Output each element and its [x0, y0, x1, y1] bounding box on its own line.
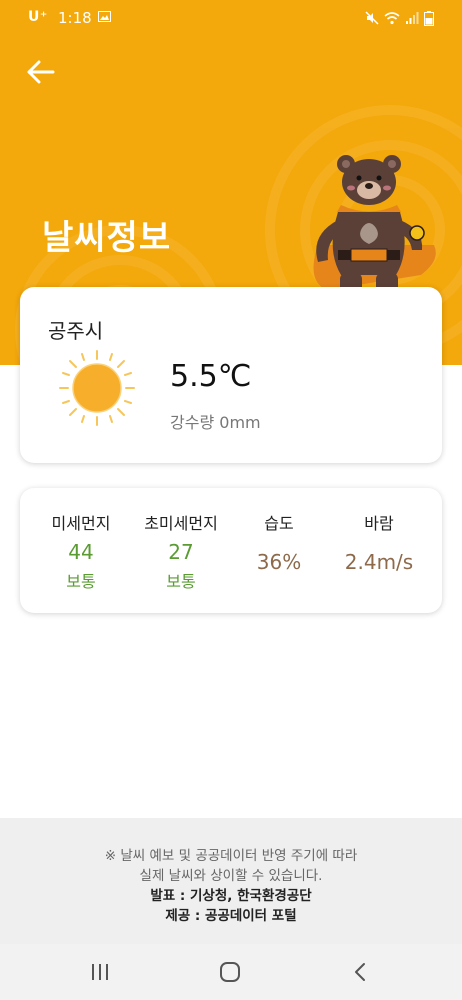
- pm10-metric: 미세먼지 44 보통: [28, 488, 134, 613]
- carrier-label: U⁺: [28, 9, 48, 25]
- wind-metric: 바람 2.4m/s: [326, 488, 432, 613]
- status-bar: U⁺ 1:18: [0, 0, 462, 36]
- recent-apps-icon: [92, 964, 108, 980]
- rainfall-label: 강수량: [170, 413, 215, 432]
- wifi-icon: [384, 12, 400, 25]
- pm10-status: 보통: [66, 572, 96, 591]
- pm10-value: 44: [68, 540, 94, 564]
- weather-card: 공주시 5.5℃ 강수량 0mm: [20, 287, 442, 463]
- home-icon: [220, 962, 240, 982]
- notice-line-2: 실제 날씨와 상이할 수 있습니다.: [139, 868, 323, 884]
- page-title: 날씨정보: [42, 218, 172, 258]
- pm10-label: 미세먼지: [51, 514, 111, 533]
- back-arrow-icon: [27, 60, 55, 84]
- rainfall-value: 0mm: [219, 413, 261, 432]
- temperature-value: 5.5℃: [170, 359, 252, 394]
- data-provider: 제공 : 공공데이터 포털: [165, 908, 297, 924]
- back-button[interactable]: [20, 52, 62, 92]
- status-time: 1:18: [58, 9, 92, 27]
- system-nav-bar: [0, 944, 462, 1000]
- wind-label: 바람: [364, 514, 394, 533]
- pm25-label: 초미세먼지: [144, 514, 218, 533]
- rainfall: 강수량 0mm: [170, 409, 261, 433]
- wind-value: 2.4m/s: [344, 550, 414, 574]
- pm25-metric: 초미세먼지 27 보통: [128, 488, 234, 613]
- sun-icon: [59, 350, 135, 426]
- status-icons: [365, 10, 434, 26]
- city-name: 공주시: [48, 319, 104, 343]
- recent-apps-button[interactable]: [80, 958, 120, 986]
- pm25-status: 보통: [166, 572, 196, 591]
- humidity-value: 36%: [256, 550, 302, 574]
- back-chevron-icon: [355, 963, 365, 981]
- pm25-value: 27: [168, 540, 194, 564]
- humidity-metric: 습도 36%: [226, 488, 332, 613]
- humidity-label: 습도: [264, 514, 294, 533]
- home-button[interactable]: [210, 958, 250, 986]
- notice-line-1: ※ 날씨 예보 및 공공데이터 반영 주기에 따라: [104, 848, 358, 864]
- footer-notice: ※ 날씨 예보 및 공공데이터 반영 주기에 따라 실제 날씨와 상이할 수 있…: [0, 818, 462, 944]
- gallery-notification-icon: [98, 11, 111, 22]
- battery-icon: [424, 10, 434, 26]
- back-nav-button[interactable]: [340, 958, 380, 986]
- data-source: 발표 : 기상청, 한국환경공단: [150, 888, 312, 904]
- signal-icon: [406, 12, 419, 24]
- air-quality-card: 미세먼지 44 보통 초미세먼지 27 보통 습도 36% 바람 2.4m/s: [20, 488, 442, 613]
- mute-icon: [365, 11, 379, 25]
